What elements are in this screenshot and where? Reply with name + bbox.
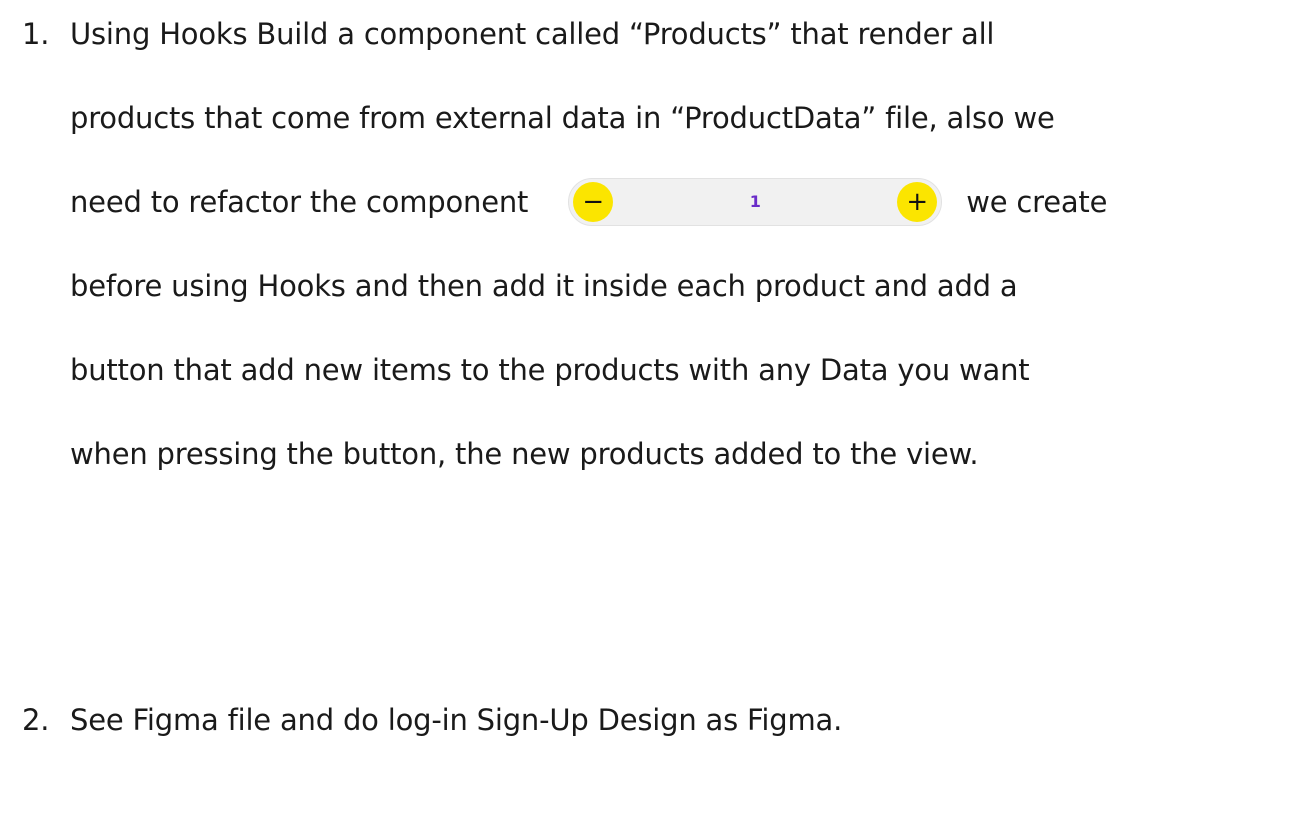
- paragraph-line-with-stepper: need to refactor the component − 1 + we crea…: [70, 178, 1108, 226]
- paragraph-line: before using Hooks and then add it insid…: [70, 269, 1018, 303]
- paragraph-text: need to refactor the component: [70, 185, 529, 219]
- increment-button[interactable]: +: [897, 182, 938, 222]
- paragraph-line: when pressing the button, the new produc…: [70, 437, 979, 471]
- quantity-value: 1: [749, 192, 761, 211]
- quantity-stepper: − 1 +: [568, 178, 943, 226]
- list-item-number: 2.: [22, 703, 50, 737]
- paragraph-line: button that add new items to the product…: [70, 353, 1030, 387]
- paragraph-text: we create: [966, 185, 1108, 219]
- paragraph-line: See Figma file and do log-in Sign-Up Des…: [70, 703, 843, 737]
- document-page: 1. Using Hooks Build a component called …: [0, 0, 1299, 817]
- paragraph-line: Using Hooks Build a component called “Pr…: [70, 17, 995, 51]
- paragraph-line: products that come from external data in…: [70, 101, 1055, 135]
- list-item-number: 1.: [22, 17, 50, 51]
- decrement-button[interactable]: −: [573, 182, 614, 222]
